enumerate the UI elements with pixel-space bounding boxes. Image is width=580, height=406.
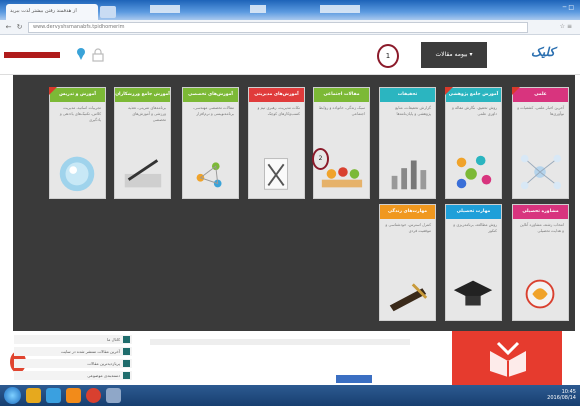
- category-card-title[interactable]: آموزش جامع پژوهشی: [446, 88, 501, 102]
- category-card[interactable]: آموزش جامع پژوهشی روش تحقیق، نگارش مقاله …: [445, 87, 502, 199]
- category-card-description: نکات مدیریت، رهبری تیم و کسب‌وکارهای کوچ…: [257, 105, 300, 116]
- category-card[interactable]: مشاوره تحصیلی انتخاب رشته، مشاوره آنلاین …: [512, 204, 569, 321]
- url-input[interactable]: www.dervyshsmanabfs.tpidhomerim: [28, 22, 528, 33]
- location-icon[interactable]: [76, 48, 86, 61]
- articles-menu-button[interactable]: بیومه مقالات ▾: [421, 42, 487, 68]
- category-card[interactable]: مهارت تحصیلی روش مطالعه، برنامه‌ریزی و کن…: [445, 204, 502, 321]
- top-red-strip[interactable]: [4, 52, 60, 58]
- reload-icon[interactable]: ↻: [15, 23, 24, 32]
- paper-icon: [253, 150, 300, 194]
- chrome-icon[interactable]: [86, 388, 101, 403]
- new-tab-button[interactable]: [100, 6, 116, 18]
- sidebar-list-item[interactable]: پربازدیدترین مقالات: [14, 359, 132, 368]
- clock-date: 2016/08/14: [547, 395, 576, 401]
- category-card[interactable]: آموزش‌های مدیریتی نکات مدیریت، رهبری تیم …: [248, 87, 305, 199]
- category-card[interactable]: آموزش‌های تخصصی مقالات تخصصی مهندسی، برنا…: [182, 87, 239, 199]
- category-card-description: مقالات تخصصی مهندسی، برنامه‌نویسی و نرم‌…: [192, 105, 234, 116]
- lock-icon[interactable]: [92, 48, 104, 62]
- ribbon-corner: [445, 87, 453, 95]
- sidebar-list-item[interactable]: دسته‌بندی موضوعی: [14, 371, 132, 380]
- category-card[interactable]: علمی آخرین اخبار علمی، کشفیات و نوآوری‌ها: [512, 87, 569, 199]
- start-button[interactable]: [4, 387, 21, 404]
- sidebar-list-item[interactable]: کانال ما: [14, 335, 132, 344]
- windows-taskbar: 10:45 2016/08/14: [0, 385, 580, 406]
- category-card-title[interactable]: علمی: [513, 88, 568, 102]
- sidebar-list-item[interactable]: آخرین مقالات منتشر شده در سایت: [14, 347, 132, 356]
- category-card-description: انتخاب رشته، مشاوره آنلاین و هدایت تحصیل…: [519, 222, 564, 233]
- category-card-title[interactable]: آموزش و تدریس: [50, 88, 105, 102]
- category-card-description: تجربیات اساتید، مدیریت کلاس، تکنیک‌های ی…: [59, 105, 101, 122]
- site-header: 1 بیومه مقالات ▾ کلیک: [0, 35, 580, 75]
- category-card-title[interactable]: تحقیقات: [380, 88, 435, 102]
- category-card-title[interactable]: آموزش‌های مدیریتی: [249, 88, 304, 102]
- category-card-description: آخرین اخبار علمی، کشفیات و نوآوری‌ها: [517, 105, 564, 116]
- chart-icon: [384, 150, 431, 194]
- annotation-marker-1: 1: [377, 44, 399, 68]
- category-card-description: گزارش تحقیقات، منابع پژوهشی و پایان‌نامه…: [395, 105, 431, 116]
- logo-icon: [517, 272, 564, 316]
- pen-icon: [119, 150, 166, 194]
- app-icon[interactable]: [106, 388, 121, 403]
- category-card[interactable]: مهارت‌های زندگی کنترل استرس، خودشناسی و م…: [379, 204, 436, 321]
- bookmark-star-icon[interactable]: ☆ ≡: [560, 23, 572, 30]
- category-card-title[interactable]: مشاوره تحصیلی: [513, 205, 568, 219]
- url-text: www.dervyshsmanabfs.tpidhomerim: [33, 24, 125, 30]
- category-card[interactable]: تحقیقات گزارش تحقیقات، منابع پژوهشی و پای…: [379, 87, 436, 199]
- category-card-description: سبک زندگی، خانواده و روابط اجتماعی: [318, 105, 365, 116]
- site-logo[interactable]: کلیک: [520, 45, 566, 65]
- explorer-icon[interactable]: [26, 388, 41, 403]
- category-card-title[interactable]: آموزش‌های تخصصی: [183, 88, 238, 102]
- promo-banner[interactable]: [452, 331, 562, 385]
- content-text-line: [150, 339, 410, 345]
- category-card-title[interactable]: مهارت‌های زندگی: [380, 205, 435, 219]
- category-card-description: کنترل استرس، خودشناسی و موفقیت فردی: [385, 222, 431, 233]
- content-link-button[interactable]: [336, 375, 372, 383]
- strip-decor: [150, 5, 180, 13]
- book-icon: [384, 272, 431, 316]
- articles-mega-menu: آموزش و تدریس تجربیات اساتید، مدیریت کلاس…: [13, 75, 575, 331]
- back-icon[interactable]: ←: [4, 23, 13, 32]
- address-bar: ← ↻ www.dervyshsmanabfs.tpidhomerim ☆ ≡: [0, 20, 580, 35]
- annotation-marker-2: 2: [312, 148, 329, 170]
- strip-decor: [250, 5, 266, 13]
- ribbon-corner: [49, 87, 57, 95]
- sidebar-list: کانال ما آخرین مقالات منتشر شده در سایت پر…: [14, 335, 132, 385]
- browser-tabstrip: از هدفمند رفتن بیشتر لذت ببرید ─ □: [0, 0, 580, 20]
- media-icon[interactable]: [46, 388, 61, 403]
- ribbon-corner: [512, 87, 520, 95]
- dots-icon: [450, 150, 497, 194]
- tab-title: از هدفمند رفتن بیشتر لذت ببرید: [10, 8, 77, 14]
- category-card-title[interactable]: مقالات اجتماعی: [314, 88, 369, 102]
- category-card-title[interactable]: آموزش جامع ورزشکاران: [115, 88, 170, 102]
- articles-menu-label: بیومه مقالات: [435, 51, 468, 58]
- app-icon[interactable]: [66, 388, 81, 403]
- category-card[interactable]: مقالات اجتماعی سبک زندگی، خانواده و روابط…: [313, 87, 370, 199]
- page-content: کانال ما آخرین مقالات منتشر شده در سایت پر…: [0, 331, 580, 385]
- category-card-description: روش مطالعه، برنامه‌ریزی و کنکور: [453, 222, 497, 233]
- network-icon: [187, 150, 234, 194]
- category-card[interactable]: آموزش و تدریس تجربیات اساتید، مدیریت کلاس…: [49, 87, 106, 199]
- book-icon: [490, 341, 526, 377]
- globe-icon: [54, 150, 101, 194]
- category-card-title[interactable]: مهارت تحصیلی: [446, 205, 501, 219]
- window-controls[interactable]: ─ □: [563, 4, 574, 11]
- system-tray[interactable]: 10:45 2016/08/14: [547, 389, 576, 401]
- cap-icon: [450, 272, 497, 316]
- category-card-description: روش تحقیق، نگارش مقاله و داوری علمی: [451, 105, 497, 116]
- strip-decor: [320, 5, 360, 13]
- category-card[interactable]: آموزش جامع ورزشکاران برنامه‌های تمرینی، ت…: [114, 87, 171, 199]
- category-card-description: برنامه‌های تمرینی، تغذیه ورزشی و آموزش‌ه…: [128, 105, 166, 122]
- mindmap-icon: [517, 150, 564, 194]
- browser-tab[interactable]: از هدفمند رفتن بیشتر لذت ببرید: [6, 4, 98, 20]
